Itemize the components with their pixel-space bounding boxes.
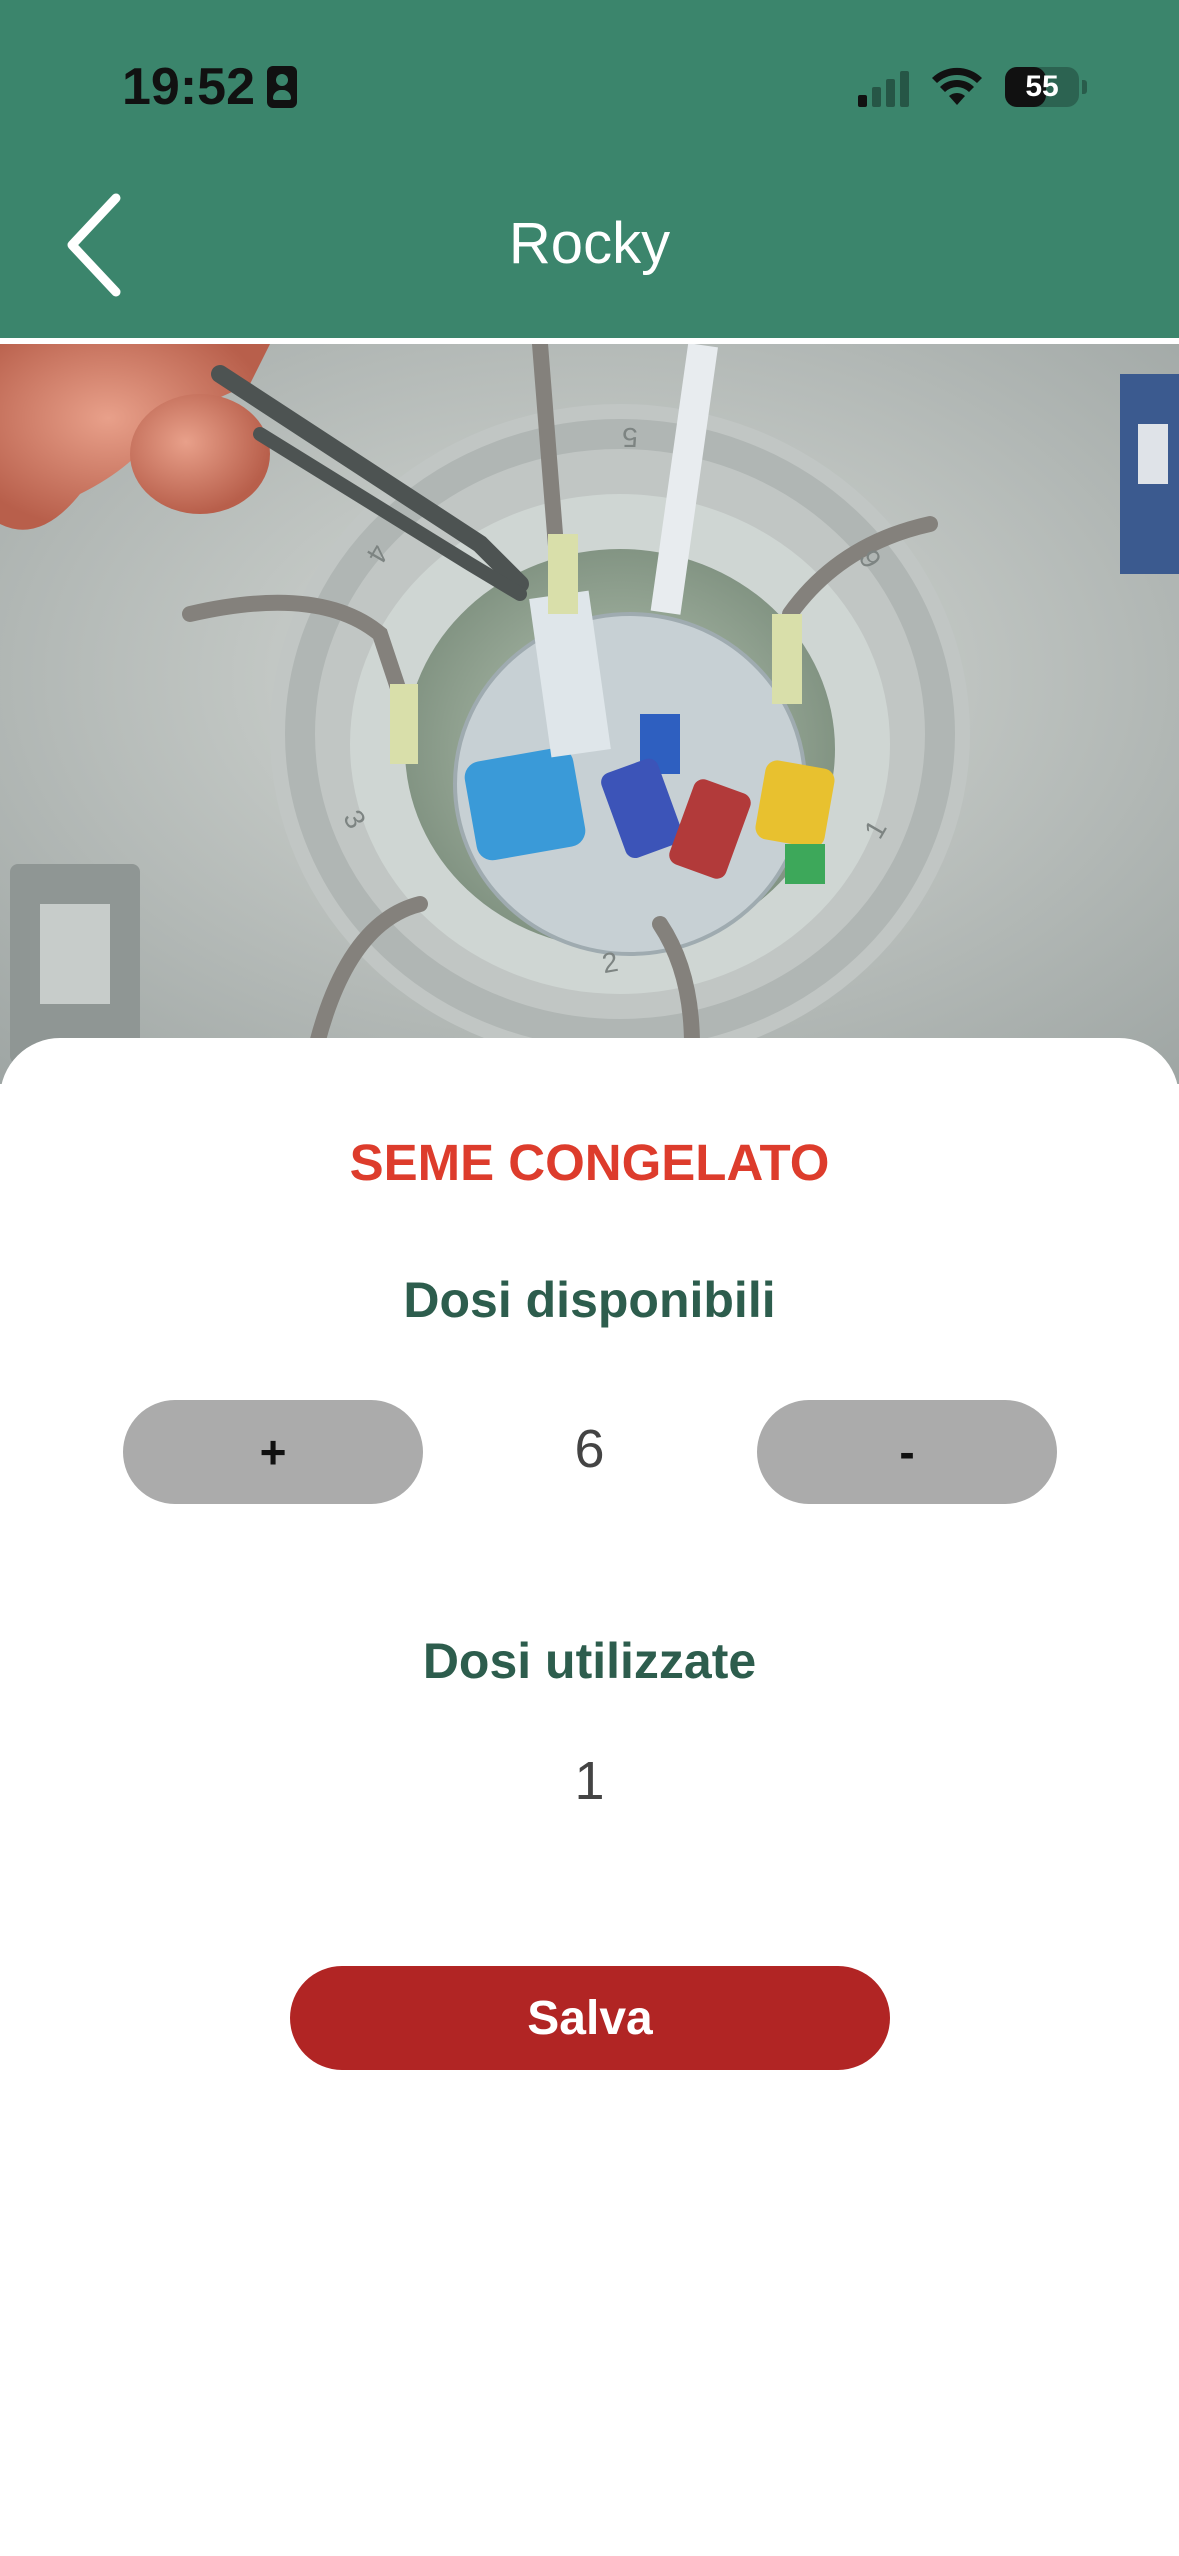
contact-card-icon — [267, 66, 297, 108]
available-doses-label: Dosi disponibili — [403, 1272, 776, 1328]
save-button[interactable]: Salva — [290, 1966, 890, 2070]
used-doses-label: Dosi utilizzate — [422, 1633, 757, 1689]
section-title: SEME CONGELATO — [349, 1134, 830, 1191]
used-doses-value: 1 — [574, 1751, 605, 1811]
cellular-signal-icon — [858, 67, 909, 107]
app-header: 19:52 55 Rocky — [0, 0, 1179, 338]
page-title: Rocky — [508, 211, 671, 276]
ring-number-5: 5 — [622, 422, 638, 453]
detail-card: SEME CONGELATO Dosi disponibili + 6 - Do… — [0, 1038, 1179, 2556]
battery-cap — [1082, 80, 1087, 94]
status-time: 19:52 — [122, 55, 297, 119]
status-icons: 55 — [858, 62, 1087, 112]
battery-percent: 55 — [1025, 70, 1059, 103]
decrement-button[interactable]: - — [757, 1400, 1057, 1504]
semen-tank-photo: 5 6 4 3 2 1 — [0, 344, 1179, 1084]
battery-icon: 55 — [1005, 67, 1087, 107]
clock: 19:52 — [122, 58, 255, 116]
wifi-icon — [932, 67, 982, 105]
